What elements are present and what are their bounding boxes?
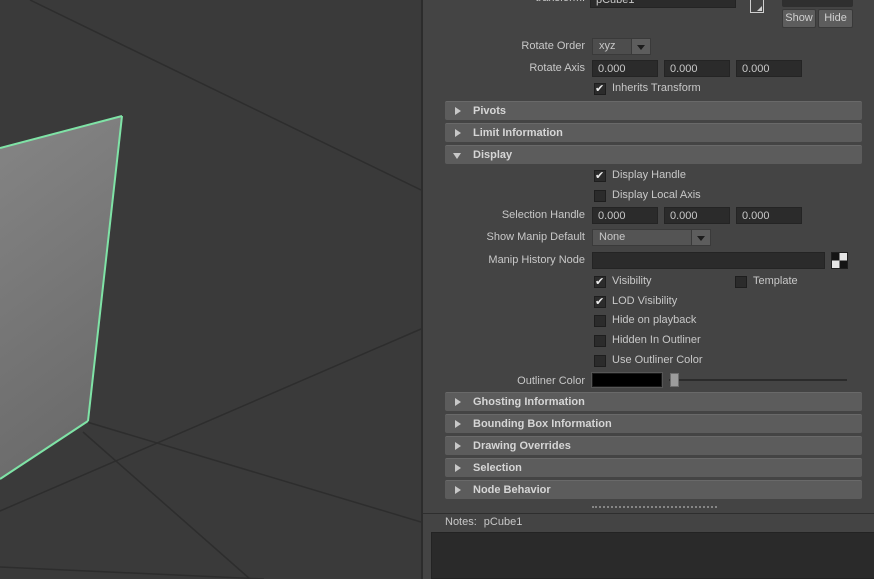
presets-button-clipped[interactable]	[782, 0, 853, 7]
expand-arrow-icon	[455, 420, 461, 428]
display-handle-label: Display Handle	[612, 169, 686, 181]
outliner-color-label: Outliner Color	[517, 375, 585, 387]
rotate-axis-x-field[interactable]	[592, 60, 658, 77]
template-checkbox[interactable]	[735, 275, 747, 288]
rotate-order-dropdown[interactable]: xyz	[592, 38, 651, 55]
section-header-pivots[interactable]: Pivots	[445, 101, 862, 120]
notes-resize-handle[interactable]	[592, 506, 717, 508]
hide-on-playback-checkbox[interactable]	[594, 314, 606, 327]
chevron-down-icon	[637, 45, 645, 50]
section-header-ghosting-information[interactable]: Ghosting Information	[445, 392, 862, 411]
template-label: Template	[753, 275, 798, 287]
inherits-transform-row: Inherits Transform	[594, 82, 701, 95]
selection-handle-y-field[interactable]	[664, 207, 730, 224]
hidden-in-outliner-label: Hidden In Outliner	[612, 334, 701, 346]
attribute-editor: transform: Show Hide Rotate Order xyz Ro…	[421, 0, 874, 579]
selection-handle-label: Selection Handle	[501, 209, 585, 221]
notes-node-name: pCube1	[483, 516, 523, 528]
section-header-display[interactable]: Display	[445, 145, 862, 164]
show-manip-default-label: Show Manip Default	[486, 231, 585, 243]
selection-handle-x-field[interactable]	[592, 207, 658, 224]
display-local-axis-row: Display Local Axis	[594, 189, 701, 202]
rotate-axis-z-field[interactable]	[736, 60, 802, 77]
hidden-in-outliner-checkbox[interactable]	[594, 334, 606, 347]
manip-history-node-label: Manip History Node	[488, 254, 585, 266]
section-label: Selection	[473, 462, 522, 474]
inherits-transform-label: Inherits Transform	[612, 82, 701, 94]
transform-label: transform:	[423, 0, 585, 6]
notes-textarea[interactable]	[431, 532, 874, 579]
dropdown-arrow-box[interactable]	[632, 38, 651, 55]
rotate-order-value: xyz	[592, 38, 632, 55]
rotate-axis-y-field[interactable]	[664, 60, 730, 77]
outliner-color-slider[interactable]	[669, 373, 847, 387]
transform-name-field[interactable]	[590, 0, 736, 8]
expand-arrow-icon	[455, 398, 461, 406]
viewport-canvas	[0, 0, 421, 579]
use-outliner-color-label: Use Outliner Color	[612, 354, 703, 366]
dropdown-arrow-box[interactable]	[692, 229, 711, 246]
section-header-selection[interactable]: Selection	[445, 458, 862, 477]
viewport-3d[interactable]	[0, 0, 421, 579]
show-manip-default-dropdown[interactable]: None	[592, 229, 711, 246]
expand-arrow-icon	[455, 107, 461, 115]
section-label: Node Behavior	[473, 484, 551, 496]
visibility-row: Visibility	[594, 275, 652, 288]
notes-divider	[423, 513, 874, 514]
show-manip-default-value: None	[592, 229, 692, 246]
texture-map-checker-icon[interactable]	[831, 252, 848, 269]
expand-arrow-icon	[455, 486, 461, 494]
hide-on-playback-row: Hide on playback	[594, 314, 696, 327]
hide-button[interactable]: Hide	[818, 9, 853, 28]
chevron-down-icon	[697, 236, 705, 241]
display-local-axis-checkbox[interactable]	[594, 189, 606, 202]
selection-handle-z-field[interactable]	[736, 207, 802, 224]
show-button[interactable]: Show	[782, 9, 816, 28]
section-label: Display	[473, 149, 513, 161]
use-outliner-color-checkbox[interactable]	[594, 354, 606, 367]
inherits-transform-checkbox[interactable]	[594, 82, 606, 95]
copy-tab-icon[interactable]	[750, 0, 764, 13]
expand-arrow-icon	[455, 464, 461, 472]
manip-history-node-field[interactable]	[592, 252, 825, 269]
use-outliner-color-row: Use Outliner Color	[594, 354, 702, 367]
template-row: Template	[735, 275, 798, 288]
lod-visibility-label: LOD Visibility	[612, 295, 678, 307]
section-header-limit-information[interactable]: Limit Information	[445, 123, 862, 142]
section-label: Drawing Overrides	[473, 440, 571, 452]
hidden-in-outliner-row: Hidden In Outliner	[594, 334, 701, 347]
notes-header: Notes: pCube1	[445, 516, 522, 528]
expand-arrow-icon	[455, 129, 461, 137]
slider-track	[669, 379, 847, 381]
display-local-axis-label: Display Local Axis	[612, 189, 701, 201]
section-header-node-behavior[interactable]: Node Behavior	[445, 480, 862, 499]
rotate-order-label: Rotate Order	[521, 40, 585, 52]
rotate-axis-label: Rotate Axis	[529, 62, 585, 74]
lod-visibility-checkbox[interactable]	[594, 295, 606, 308]
display-handle-checkbox[interactable]	[594, 169, 606, 182]
section-label: Limit Information	[473, 127, 563, 139]
collapse-arrow-icon	[453, 153, 461, 159]
visibility-label: Visibility	[612, 275, 652, 287]
section-label: Ghosting Information	[473, 396, 585, 408]
display-handle-row: Display Handle	[594, 169, 686, 182]
visibility-checkbox[interactable]	[594, 275, 606, 288]
maya-window: transform: Show Hide Rotate Order xyz Ro…	[0, 0, 874, 579]
section-label: Pivots	[473, 105, 507, 117]
outliner-color-swatch[interactable]	[591, 372, 663, 388]
slider-handle[interactable]	[670, 373, 679, 387]
section-label: Bounding Box Information	[473, 418, 612, 430]
section-header-drawing-overrides[interactable]: Drawing Overrides	[445, 436, 862, 455]
lod-visibility-row: LOD Visibility	[594, 295, 677, 308]
hide-on-playback-label: Hide on playback	[612, 314, 697, 326]
expand-arrow-icon	[455, 442, 461, 450]
notes-label: Notes:	[445, 516, 477, 528]
section-header-bounding-box-information[interactable]: Bounding Box Information	[445, 414, 862, 433]
